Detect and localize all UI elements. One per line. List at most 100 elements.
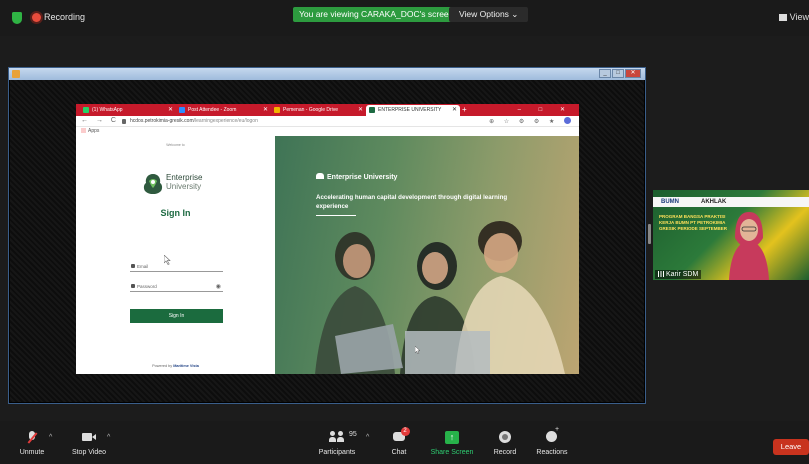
password-field[interactable]: Password ◉ — [130, 281, 223, 292]
signin-button[interactable]: Sign In — [130, 309, 223, 323]
password-placeholder: Password — [137, 284, 157, 289]
akhlak-logo: AKHLAK — [701, 199, 727, 205]
whatsapp-icon — [83, 107, 89, 113]
enterprise-university-logo-icon — [143, 174, 163, 194]
close-tab-icon[interactable]: ✕ — [452, 105, 457, 116]
view-options-button[interactable]: View Options ⌄ — [449, 7, 529, 22]
muted-mic-icon — [27, 431, 37, 445]
lock-icon — [122, 119, 126, 124]
browser-window: (1) WhatsApp ✕ Post Attendee - Zoom ✕ Pe… — [76, 104, 579, 374]
reactions-button[interactable]: Reactions — [533, 421, 571, 456]
share-screen-label: Share Screen — [430, 449, 474, 456]
apps-bookmark[interactable]: Apps — [81, 128, 99, 134]
signin-title: Sign In — [160, 208, 191, 218]
participant-name-tag: Karir SDM — [655, 270, 702, 279]
nav-buttons[interactable]: ← → C — [81, 117, 119, 124]
email-field[interactable]: Email — [130, 261, 223, 272]
participants-button[interactable]: 95 Participants — [315, 421, 359, 456]
record-icon — [499, 431, 511, 445]
powered-prefix: Powered by — [152, 364, 173, 368]
hero-panel: Enterprise University Accelerating human… — [275, 136, 579, 374]
view-button[interactable]: View — [778, 12, 809, 22]
promo-text: PROGRAM BANGSA PRAKTISI KERJA BUMN PT PE… — [659, 214, 728, 231]
chat-badge: 2 — [400, 427, 410, 436]
signal-icon — [658, 271, 664, 277]
tab-enterprise-university[interactable]: ENTERPRISE UNIVERSITY ✕ — [366, 105, 460, 116]
share-screen-button[interactable]: Share Screen — [429, 421, 475, 456]
url-field[interactable]: hcdos.petrokimia-gresik.com/learningexpe… — [130, 118, 258, 124]
eu-icon — [369, 107, 375, 113]
powered-brand: Maritime Vista — [173, 364, 199, 368]
powered-by: Powered by Maritime Vista — [76, 364, 275, 368]
login-panel: Welcome to Enterprise University Sign In… — [76, 136, 275, 374]
camera-icon — [82, 431, 96, 445]
new-tab-button[interactable]: + — [462, 105, 467, 115]
stop-video-button[interactable]: Stop Video — [66, 421, 112, 456]
tab-zoom[interactable]: Post Attendee - Zoom ✕ — [176, 105, 271, 116]
audio-options-chevron-icon[interactable]: ^ — [49, 434, 52, 441]
shared-window-titlebar: _ □ ✕ — [9, 68, 645, 80]
unmute-button[interactable]: Unmute — [14, 421, 50, 456]
viewing-banner: You are viewing CARAKA_DOC's screen — [293, 7, 460, 22]
tab-strip: (1) WhatsApp ✕ Post Attendee - Zoom ✕ Pe… — [76, 104, 579, 116]
browser-window-controls[interactable]: – □ ✕ — [518, 104, 573, 116]
address-bar: ← → C hcdos.petrokimia-gresik.com/learni… — [76, 116, 579, 127]
stop-video-label: Stop Video — [71, 449, 107, 456]
panel-resize-handle[interactable] — [648, 224, 651, 244]
tab-label: Post Attendee - Zoom — [188, 107, 237, 113]
recording-label: Recording — [44, 12, 86, 22]
participant-name: Karir SDM — [666, 271, 699, 278]
view-label: View — [789, 12, 809, 22]
zoom-icon — [179, 107, 185, 113]
tab-label: Pemenan - Google Drive — [283, 107, 339, 113]
shared-window-controls: _ □ ✕ — [599, 69, 641, 78]
extension-icons[interactable]: ⊕ ☆ ⚙ ⚙ ★ — [489, 117, 571, 125]
maximize-button[interactable]: □ — [612, 69, 624, 78]
close-tab-icon[interactable]: ✕ — [358, 105, 363, 116]
record-button[interactable]: Record — [490, 421, 520, 456]
logo-text: Enterprise University — [166, 173, 202, 191]
participants-count: 95 — [349, 431, 357, 438]
profile-icon[interactable] — [564, 117, 571, 124]
url-host: hcdos.petrokimia-gresik.com — [130, 118, 194, 124]
participants-icon: 95 — [329, 431, 357, 445]
user-icon — [131, 264, 135, 268]
participants-options-chevron-icon[interactable]: ^ — [366, 434, 369, 441]
top-bar: Recording You are viewing CARAKA_DOC's s… — [0, 0, 809, 36]
logo-line2: University — [166, 182, 202, 191]
meeting-toolbar: Unmute ^ Stop Video ^ 95 Participants ^ … — [0, 421, 809, 464]
participants-label: Participants — [318, 449, 356, 456]
reactions-icon — [546, 426, 559, 445]
logo-line1: Enterprise — [166, 173, 203, 182]
eu-brand-icon — [316, 173, 324, 179]
tab-whatsapp[interactable]: (1) WhatsApp ✕ — [80, 105, 176, 116]
hero-brand-text: Enterprise University — [327, 174, 398, 181]
apps-label: Apps — [88, 128, 100, 134]
chat-button[interactable]: 2 Chat — [385, 421, 413, 456]
leave-button[interactable]: Leave — [773, 439, 809, 455]
video-options-chevron-icon[interactable]: ^ — [107, 434, 110, 441]
share-screen-icon — [445, 431, 459, 445]
record-label: Record — [493, 449, 517, 456]
toolbar-icons: ⊕ ☆ ⚙ ⚙ ★ — [489, 119, 559, 125]
close-tab-icon[interactable]: ✕ — [263, 105, 268, 116]
chat-label: Chat — [391, 449, 407, 456]
email-placeholder: Email — [137, 264, 149, 269]
hero-tagline: Accelerating human capital development t… — [316, 194, 508, 210]
app-icon — [12, 70, 20, 78]
mouse-cursor-icon — [164, 255, 171, 265]
shield-icon[interactable] — [12, 12, 22, 24]
tab-google-drive[interactable]: Pemenan - Google Drive ✕ — [271, 105, 366, 116]
minimize-button[interactable]: _ — [599, 69, 611, 78]
hero-brand: Enterprise University — [316, 173, 397, 181]
close-tab-icon[interactable]: ✕ — [168, 105, 173, 116]
close-button[interactable]: ✕ — [625, 69, 641, 78]
participant-video[interactable]: BUMN AKHLAK PROGRAM BANGSA PRAKTISI KERJ… — [653, 190, 809, 280]
apps-grid-icon — [81, 128, 86, 133]
zoom-meeting-window: Recording You are viewing CARAKA_DOC's s… — [0, 0, 809, 464]
hero-divider — [316, 215, 356, 216]
bookmarks-bar: Apps — [76, 127, 579, 136]
tab-label: ENTERPRISE UNIVERSITY — [378, 107, 442, 113]
drive-icon — [274, 107, 280, 113]
eye-icon[interactable]: ◉ — [216, 282, 221, 293]
